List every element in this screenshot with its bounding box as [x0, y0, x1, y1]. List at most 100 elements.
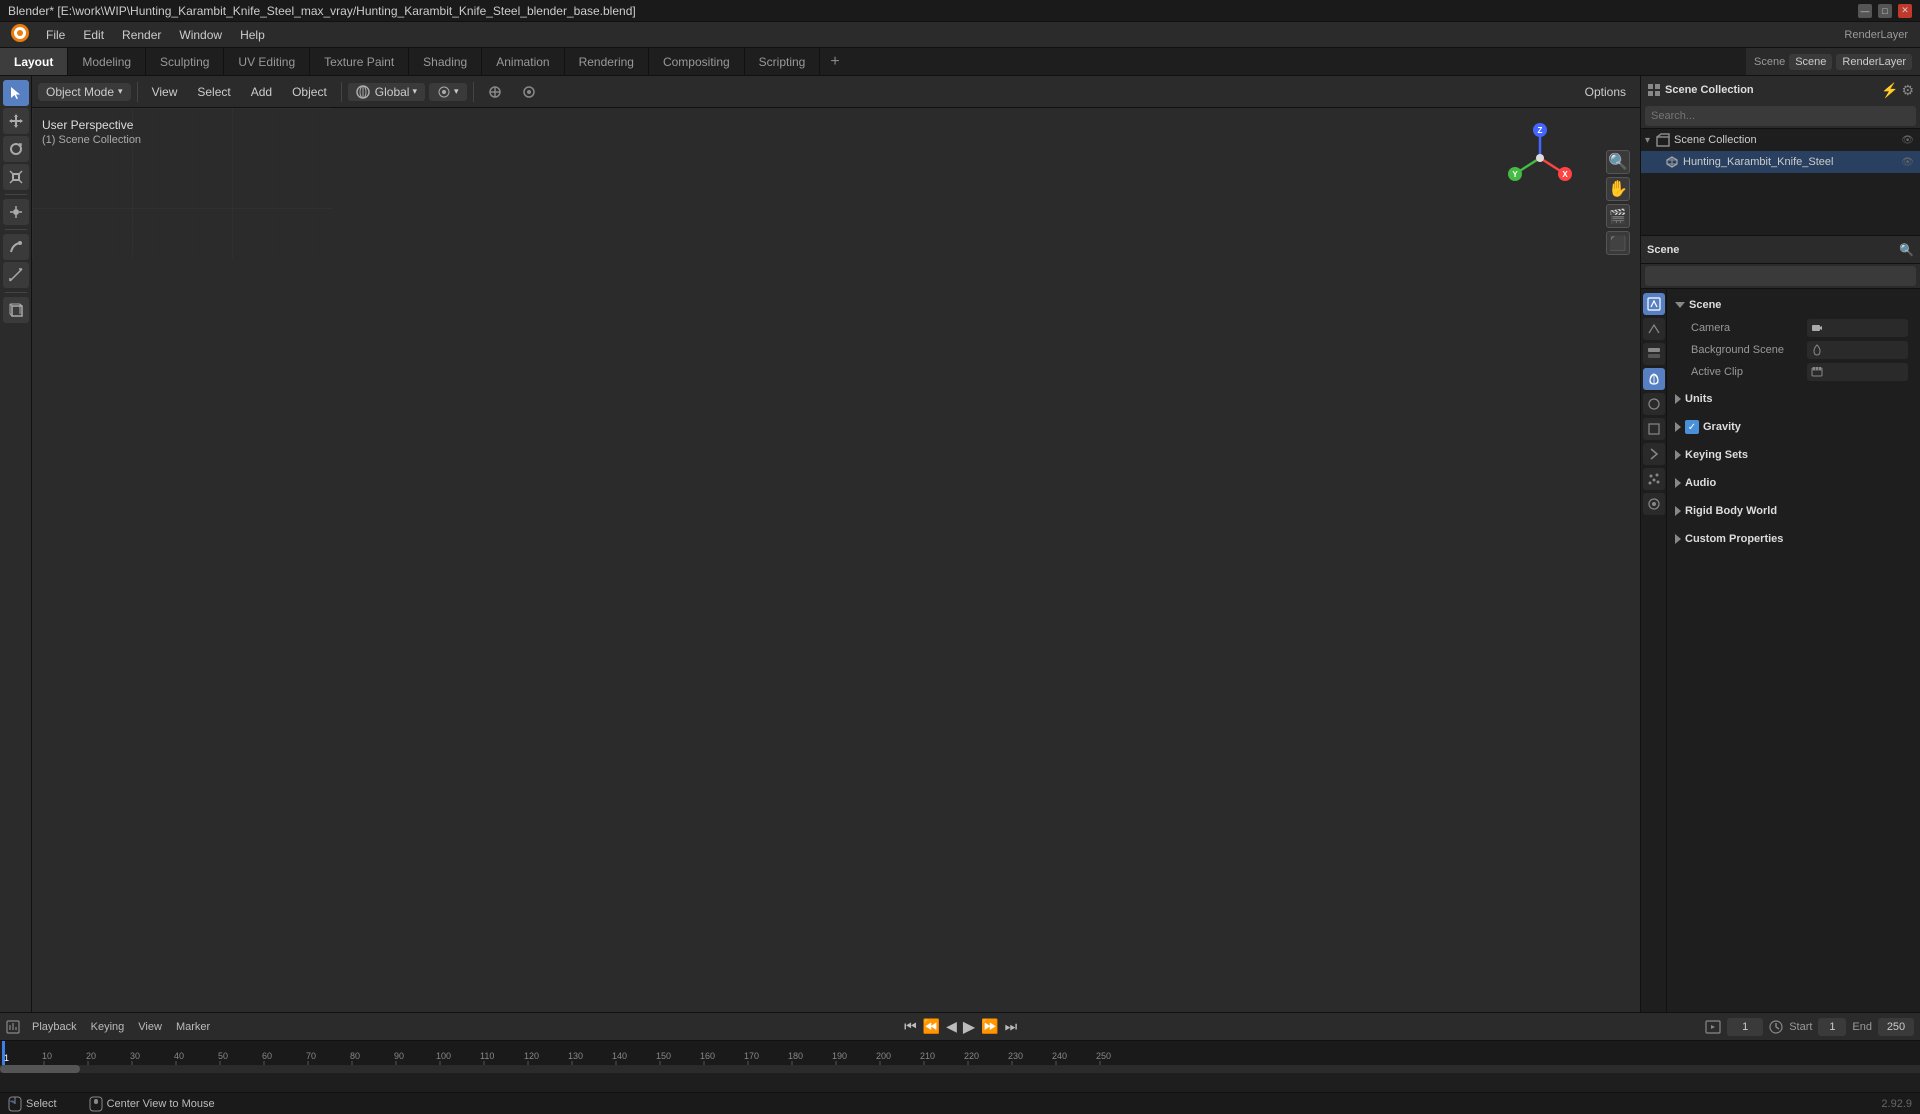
- tool-scale[interactable]: [3, 164, 29, 190]
- view-menu-timeline[interactable]: View: [132, 1019, 168, 1035]
- vp-options-button[interactable]: Options: [1577, 83, 1634, 101]
- outliner-collection-row[interactable]: ▾ Scene Collection 👁: [1641, 129, 1920, 151]
- prop-icon-physics[interactable]: [1643, 493, 1665, 515]
- prop-icon-output[interactable]: [1643, 318, 1665, 340]
- tool-move[interactable]: [3, 108, 29, 134]
- rigid-body-world-header[interactable]: Rigid Body World: [1671, 499, 1916, 523]
- menu-window[interactable]: Window: [171, 26, 230, 44]
- minimize-button[interactable]: —: [1858, 4, 1872, 18]
- timeline-scrollbar-thumb[interactable]: [0, 1065, 80, 1073]
- playback-menu[interactable]: Playback: [26, 1019, 83, 1035]
- background-scene-value[interactable]: [1807, 341, 1908, 359]
- current-frame-input[interactable]: 1: [1727, 1018, 1763, 1036]
- tool-rotate[interactable]: [3, 136, 29, 162]
- mode-selector[interactable]: Object Mode ▾: [38, 83, 131, 101]
- maximize-button[interactable]: □: [1878, 4, 1892, 18]
- start-frame-input[interactable]: 1: [1818, 1018, 1846, 1036]
- camera-value[interactable]: [1807, 319, 1908, 337]
- prop-icon-world[interactable]: [1643, 393, 1665, 415]
- svg-text:250: 250: [1096, 1051, 1111, 1061]
- step-forward-button[interactable]: ⏩: [981, 1018, 998, 1035]
- tab-rendering[interactable]: Rendering: [565, 48, 649, 75]
- viewport-right-toolbar: 🔍 ✋ 🎬 ⬛: [1606, 150, 1630, 255]
- tool-add-cube[interactable]: [3, 297, 29, 323]
- tab-scripting[interactable]: Scripting: [745, 48, 821, 75]
- tab-uv-editing[interactable]: UV Editing: [224, 48, 310, 75]
- end-label: End: [1852, 1021, 1872, 1033]
- tool-select[interactable]: [3, 80, 29, 106]
- outliner-hide-btn[interactable]: 👁: [1901, 135, 1914, 146]
- transform-space-selector[interactable]: Global ▾: [348, 83, 425, 101]
- viewport[interactable]: Object Mode ▾ View Select Add Object Glo…: [32, 76, 1640, 1012]
- prop-icon-modifier[interactable]: [1643, 443, 1665, 465]
- properties-search[interactable]: [1645, 266, 1916, 286]
- tool-measure[interactable]: [3, 262, 29, 288]
- render-layer-selector[interactable]: RenderLayer: [1836, 54, 1912, 70]
- titlebar: Blender* [E:\work\WIP\Hunting_Karambit_K…: [0, 0, 1920, 22]
- menu-edit[interactable]: Edit: [75, 26, 112, 44]
- scene-section-title: Scene: [1689, 299, 1721, 311]
- vp-menu-add[interactable]: Add: [243, 83, 280, 101]
- prop-icon-scene[interactable]: [1643, 368, 1665, 390]
- prop-icon-object[interactable]: [1643, 418, 1665, 440]
- render-view-button[interactable]: ⬛: [1606, 231, 1630, 255]
- outliner-search[interactable]: [1645, 106, 1916, 126]
- tab-sculpting[interactable]: Sculpting: [146, 48, 224, 75]
- outliner-object-row[interactable]: Hunting_Karambit_Knife_Steel 👁: [1641, 151, 1920, 173]
- menu-file[interactable]: File: [38, 26, 73, 44]
- custom-properties-header[interactable]: Custom Properties: [1671, 527, 1916, 551]
- vp-menu-select[interactable]: Select: [189, 83, 238, 101]
- keying-menu[interactable]: Keying: [85, 1019, 131, 1035]
- marker-menu[interactable]: Marker: [170, 1019, 216, 1035]
- scene-selector[interactable]: Scene: [1789, 54, 1832, 70]
- step-back-button[interactable]: ⏪: [923, 1018, 940, 1035]
- blender-logo[interactable]: [4, 23, 36, 46]
- pivot-point-selector[interactable]: ▾: [429, 83, 467, 101]
- camera-view-button[interactable]: 🎬: [1606, 204, 1630, 228]
- prop-icon-viewlayer[interactable]: [1643, 343, 1665, 365]
- close-button[interactable]: ✕: [1898, 4, 1912, 18]
- timeline-scrollbar[interactable]: [0, 1065, 1920, 1073]
- gizmo[interactable]: Z X Y: [1500, 118, 1580, 198]
- outliner-options-btn[interactable]: ⚙: [1901, 82, 1914, 99]
- outliner-obj-hide-btn[interactable]: 👁: [1901, 157, 1914, 168]
- prop-icon-render[interactable]: [1643, 293, 1665, 315]
- svg-text:210: 210: [920, 1051, 935, 1061]
- end-frame-input[interactable]: 250: [1878, 1018, 1914, 1036]
- jump-start-button[interactable]: ⏮: [904, 1018, 917, 1035]
- timeline-ruler[interactable]: 1 10 20 30 40 50 60 70 80 90 100 110: [0, 1041, 1920, 1073]
- add-workspace-button[interactable]: +: [820, 48, 849, 75]
- tab-modeling[interactable]: Modeling: [68, 48, 146, 75]
- jump-end-button[interactable]: ⏭: [1005, 1018, 1018, 1035]
- reverse-play-button[interactable]: ◀: [946, 1018, 957, 1035]
- zoom-in-button[interactable]: 🔍: [1606, 150, 1630, 174]
- menu-help[interactable]: Help: [232, 26, 273, 44]
- keying-sets-header[interactable]: Keying Sets: [1671, 443, 1916, 467]
- outliner-scene-collection-label: Scene Collection: [1674, 134, 1757, 146]
- vp-menu-view[interactable]: View: [144, 83, 186, 101]
- scene-section-header[interactable]: Scene: [1671, 293, 1916, 317]
- tab-layout[interactable]: Layout: [0, 48, 68, 75]
- properties-search-btn[interactable]: 🔍: [1899, 243, 1914, 257]
- tab-compositing[interactable]: Compositing: [649, 48, 745, 75]
- tool-annotate[interactable]: [3, 234, 29, 260]
- tab-shading[interactable]: Shading: [409, 48, 482, 75]
- hand-tool-button[interactable]: ✋: [1606, 177, 1630, 201]
- tab-texture-paint[interactable]: Texture Paint: [310, 48, 409, 75]
- proportional-edit[interactable]: [514, 83, 544, 101]
- units-section-header[interactable]: Units: [1671, 387, 1916, 411]
- audio-section-header[interactable]: Audio: [1671, 471, 1916, 495]
- gravity-section-header[interactable]: ✓ Gravity: [1671, 415, 1916, 439]
- gravity-checkbox[interactable]: ✓: [1685, 420, 1699, 434]
- prop-icon-particles[interactable]: [1643, 468, 1665, 490]
- snap-toggle[interactable]: [480, 83, 510, 101]
- play-button[interactable]: ▶: [963, 1017, 975, 1037]
- tab-animation[interactable]: Animation: [482, 48, 564, 75]
- menu-render[interactable]: Render: [114, 26, 169, 44]
- vp-object-label: Object: [292, 85, 327, 99]
- viewport-canvas[interactable]: User Perspective (1) Scene Collection Z …: [32, 108, 1640, 1012]
- tool-transform[interactable]: [3, 199, 29, 225]
- active-clip-value[interactable]: [1807, 363, 1908, 381]
- outliner-filter-btn[interactable]: ⚡: [1881, 82, 1898, 99]
- vp-menu-object[interactable]: Object: [284, 83, 335, 101]
